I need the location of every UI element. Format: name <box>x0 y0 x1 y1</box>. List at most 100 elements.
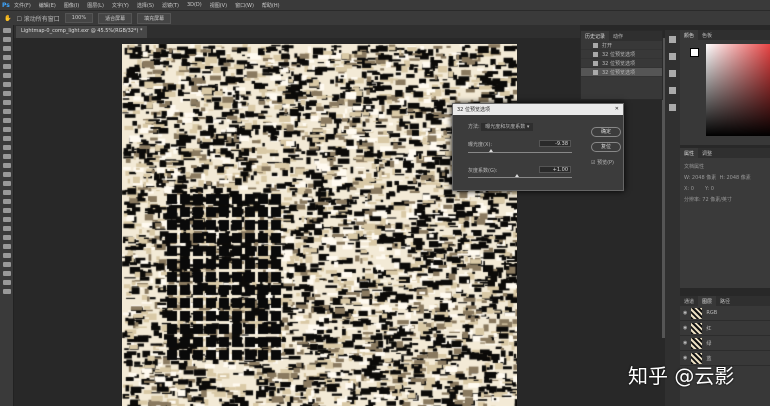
menu-item[interactable]: 帮助(H) <box>262 2 280 9</box>
tool-icon[interactable] <box>3 181 11 186</box>
play-icon[interactable] <box>669 53 676 60</box>
tool-icon[interactable] <box>3 154 11 159</box>
channel-name: 红 <box>706 325 712 332</box>
ok-button[interactable]: 确定 <box>591 127 621 137</box>
tool-icon[interactable] <box>3 172 11 177</box>
tool-icon[interactable] <box>3 235 11 240</box>
tool-icon[interactable] <box>3 244 11 249</box>
gamma-slider-handle[interactable] <box>514 174 519 177</box>
hand-tool-icon[interactable]: ✋ <box>4 15 11 22</box>
eye-icon[interactable]: ◉ <box>683 325 687 331</box>
tab-color[interactable]: 颜色 <box>680 30 699 40</box>
gamma-label: 灰度系数(G): <box>468 168 498 174</box>
document-tab[interactable]: Lightmap-0_comp_light.exr @ 45.5%(RGB/32… <box>16 26 148 38</box>
tab-swatches[interactable]: 色板 <box>698 30 716 40</box>
tool-icon[interactable] <box>3 82 11 87</box>
scroll-all-checkbox[interactable]: ☐ 滚动所有窗口 <box>16 14 59 23</box>
menu-item[interactable]: 图像(I) <box>64 2 79 9</box>
menu-item[interactable]: 编辑(E) <box>39 2 56 9</box>
tool-icon[interactable] <box>3 28 11 33</box>
tab-adjustments[interactable]: 调整 <box>698 148 716 158</box>
exposure-input[interactable]: -9.38 <box>539 140 571 147</box>
tool-icon[interactable] <box>3 64 11 69</box>
close-icon[interactable]: ✕ <box>615 106 619 113</box>
gamma-slider[interactable] <box>468 174 572 178</box>
clone-source-icon[interactable] <box>669 70 676 77</box>
history-item-label: 32 位预览选项 <box>602 51 635 58</box>
tool-icon[interactable] <box>3 136 11 141</box>
watermark: 知乎 @云影 <box>628 364 735 388</box>
tab-actions[interactable]: 动作 <box>609 31 627 41</box>
panel-icon-strip <box>665 30 680 406</box>
eye-icon[interactable]: ◉ <box>683 340 687 346</box>
exposure-slider[interactable] <box>468 149 572 153</box>
history-state-icon <box>593 42 598 48</box>
tool-icon[interactable] <box>3 208 11 213</box>
tool-icon[interactable] <box>3 55 11 60</box>
tool-icon[interactable] <box>3 226 11 231</box>
menu-item[interactable]: 文件(F) <box>14 2 31 9</box>
menu-item[interactable]: 选择(S) <box>137 2 154 9</box>
history-item[interactable]: 32 位预览选项 <box>581 68 662 77</box>
tool-icon[interactable] <box>3 280 11 285</box>
tool-icon[interactable] <box>3 217 11 222</box>
channel-row[interactable]: ◉ 绿 <box>680 336 770 351</box>
history-item-label: 打开 <box>602 42 613 49</box>
tool-icon[interactable] <box>3 163 11 168</box>
menu-item[interactable]: 视图(V) <box>210 2 227 9</box>
tab-properties[interactable]: 属性 <box>680 148 699 158</box>
menu-item[interactable]: 3D(D) <box>187 2 202 9</box>
fill-screen-button[interactable]: 填充屏幕 <box>137 12 172 24</box>
tool-icon[interactable] <box>3 199 11 204</box>
tool-icon[interactable] <box>3 73 11 78</box>
tool-icon[interactable] <box>3 46 11 51</box>
tool-icon[interactable] <box>3 127 11 132</box>
tab-layers[interactable]: 图层 <box>698 296 717 306</box>
tab-paths[interactable]: 路径 <box>716 296 734 306</box>
channel-thumbnail <box>691 307 703 319</box>
tool-icon[interactable] <box>3 109 11 114</box>
history-item[interactable]: 打开 <box>581 41 662 50</box>
tool-icon[interactable] <box>3 253 11 258</box>
color-picker-field[interactable] <box>706 44 770 136</box>
menu-item[interactable]: 文字(Y) <box>112 2 129 9</box>
tab-history[interactable]: 历史记录 <box>581 31 610 41</box>
tab-channels[interactable]: 通道 <box>680 296 698 306</box>
exposure-slider-handle[interactable] <box>488 149 493 152</box>
tool-icon[interactable] <box>3 100 11 105</box>
history-state-icon <box>593 51 598 57</box>
zoom-level-button[interactable]: 100% <box>64 13 94 23</box>
brush-preset-icon[interactable] <box>669 87 676 94</box>
tool-icon[interactable] <box>3 271 11 276</box>
document-canvas[interactable] <box>122 44 517 406</box>
gamma-input[interactable]: +1.00 <box>539 166 571 173</box>
history-item-label: 32 位预览选项 <box>602 60 635 67</box>
reset-button[interactable]: 复位 <box>591 142 621 152</box>
tool-icon[interactable] <box>3 190 11 195</box>
history-item[interactable]: 32 位预览选项 <box>581 59 662 68</box>
method-select[interactable]: 曝光度和灰度系数 ▾ <box>481 123 534 131</box>
x-value: X: 0 <box>684 186 694 192</box>
channel-row[interactable]: ◉ 红 <box>680 321 770 336</box>
tool-icon[interactable] <box>3 145 11 150</box>
menu-item[interactable]: 图层(L) <box>87 2 104 9</box>
preview-label: 预览(P) <box>597 160 614 166</box>
preview-checkbox[interactable]: ☑ 预览(P) <box>591 159 614 166</box>
tool-icon[interactable] <box>3 37 11 42</box>
tool-icon[interactable] <box>3 262 11 267</box>
tool-icon[interactable] <box>3 91 11 96</box>
menu-item[interactable]: 窗口(W) <box>235 2 254 9</box>
channel-row[interactable]: ◉ RGB <box>680 306 770 321</box>
tool-icon[interactable] <box>3 289 11 294</box>
menu-item[interactable]: 滤镜(T) <box>162 2 179 9</box>
document-tabs: Lightmap-0_comp_light.exr @ 45.5%(RGB/32… <box>14 25 580 38</box>
options-bar: ✋ ☐ 滚动所有窗口 100% 适合屏幕 填充屏幕 <box>0 10 770 25</box>
eye-icon[interactable]: ◉ <box>683 310 687 316</box>
history-item[interactable]: 32 位预览选项 <box>581 50 662 59</box>
width-value: W: 2048 像素 <box>684 175 717 181</box>
adjust-icon[interactable] <box>669 104 676 111</box>
tool-icon[interactable] <box>3 118 11 123</box>
history-icon[interactable] <box>669 36 676 43</box>
fit-screen-button[interactable]: 适合屏幕 <box>98 12 133 24</box>
foreground-color-swatch[interactable] <box>690 48 699 57</box>
